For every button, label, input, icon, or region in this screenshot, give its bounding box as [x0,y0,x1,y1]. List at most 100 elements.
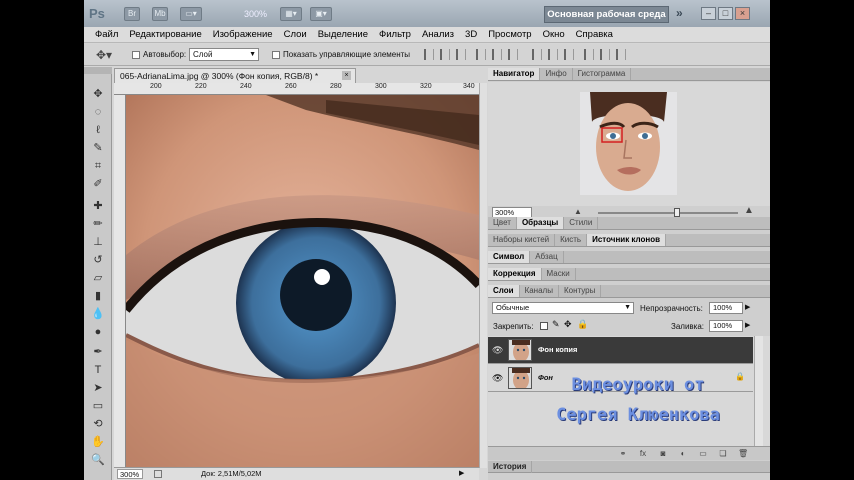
tab-masks[interactable]: Маски [542,268,576,280]
show-transform-controls-checkbox[interactable] [272,51,280,59]
minibridge-button[interactable]: Mb [152,7,168,21]
visibility-eye-icon[interactable]: 👁 [492,373,504,383]
menu-help[interactable]: Справка [571,27,619,42]
gradient-tool-icon[interactable]: ▮ [90,289,106,303]
zoom-tool-icon[interactable]: 🔍 [90,453,106,467]
document-vertical-scrollbar[interactable] [479,83,487,468]
maximize-button[interactable]: □ [718,7,733,20]
move-tool-icon[interactable]: ✥ [90,87,106,101]
new-group-icon[interactable]: ▭ [698,449,708,459]
blur-tool-icon[interactable]: 💧 [90,307,106,321]
distribute-top-icon[interactable] [532,49,542,60]
adjustment-layer-icon[interactable]: ◐ [678,449,688,459]
link-layers-icon[interactable]: ⚭ [618,449,628,459]
distribute-vcenter-icon[interactable] [548,49,558,60]
tab-channels[interactable]: Каналы [520,285,559,297]
tab-navigator[interactable]: Навигатор [488,68,541,80]
align-vcenter-icon[interactable] [440,49,450,60]
menu-analysis[interactable]: Анализ [417,27,460,42]
autoselect-checkbox[interactable] [132,51,140,59]
shape-tool-icon[interactable]: ▭ [90,399,106,413]
menu-image[interactable]: Изображение [208,27,279,42]
menu-edit[interactable]: Редактирование [124,27,207,42]
layers-scrollbar[interactable] [754,336,763,446]
close-tab-icon[interactable]: × [342,71,351,80]
navigator-zoom-slider[interactable] [598,208,738,217]
tab-brush[interactable]: Кисть [555,234,588,246]
type-tool-icon[interactable]: T [90,363,106,377]
distribute-left-icon[interactable] [584,49,594,60]
opacity-slider-arrow-icon[interactable]: ▶ [745,303,750,311]
lock-position-icon[interactable]: ✥ [564,319,572,330]
eraser-tool-icon[interactable]: ▱ [90,271,106,285]
image-canvas[interactable] [126,95,479,468]
tab-brush-presets[interactable]: Наборы кистей [488,234,556,246]
dodge-tool-icon[interactable]: ● [90,325,106,339]
hand-tool-icon[interactable]: ✋ [90,435,106,449]
align-bottom-icon[interactable] [456,49,466,60]
lock-transparency-icon[interactable] [540,322,548,330]
tab-clone-source[interactable]: Источник клонов [587,234,667,246]
lock-pixels-icon[interactable]: ✎ [552,319,560,330]
close-button[interactable]: × [735,7,750,20]
layer-style-icon[interactable]: fx [638,449,648,459]
tab-color[interactable]: Цвет [488,217,517,229]
tab-swatches[interactable]: Образцы [516,217,565,229]
tab-layers[interactable]: Слои [488,285,520,297]
menu-window[interactable]: Окно [538,27,571,42]
arrange-documents-button[interactable]: ▦▾ [280,7,302,21]
tab-info[interactable]: Инфо [540,68,573,80]
add-mask-icon[interactable]: ◙ [658,449,668,459]
align-top-icon[interactable] [424,49,434,60]
blend-mode-select[interactable]: Обычные ▼ [492,302,634,314]
menu-3d[interactable]: 3D [460,27,483,42]
tab-paragraph[interactable]: Абзац [530,251,564,263]
layer-name[interactable]: Фон [538,373,553,382]
navigator-thumbnail[interactable] [580,92,677,195]
menu-file[interactable]: Файл [90,27,124,42]
fill-field[interactable]: 100% [709,320,743,332]
align-right-icon[interactable] [508,49,518,60]
menu-layers[interactable]: Слои [279,27,313,42]
bridge-button[interactable]: Br [124,7,140,21]
lock-all-icon[interactable]: 🔒 [577,319,588,330]
vertical-ruler[interactable] [114,95,126,468]
align-hcenter-icon[interactable] [492,49,502,60]
quick-select-tool-icon[interactable]: ✎ [90,141,106,155]
fill-slider-arrow-icon[interactable]: ▶ [745,321,750,329]
lasso-tool-icon[interactable]: ℓ [90,123,106,137]
zoom-in-icon[interactable]: ▲ [744,205,754,216]
align-left-icon[interactable] [476,49,486,60]
path-select-tool-icon[interactable]: ➤ [90,381,106,395]
history-brush-tool-icon[interactable]: ↺ [90,253,106,267]
move-tool-preset-icon[interactable]: ✥▾ [96,48,112,62]
horizontal-ruler[interactable]: 200 220 240 260 280 300 320 340 [114,83,479,95]
menu-filter[interactable]: Фильтр [374,27,417,42]
tab-history[interactable]: История [488,461,533,473]
screen-mode-button[interactable]: ▣▾ [310,7,332,21]
document-tab[interactable]: 065-AdrianaLima.jpg @ 300% (Фон копия, R… [114,68,356,83]
tab-histogram[interactable]: Гистограмма [573,68,632,80]
tab-adjustments[interactable]: Коррекция [488,268,542,280]
tab-paths[interactable]: Контуры [559,285,602,297]
tools-panel-header[interactable] [84,67,112,74]
healing-brush-tool-icon[interactable]: ✚ [90,199,106,213]
zoom-level-select[interactable]: 300% [244,7,272,21]
minimize-button[interactable]: – [701,7,716,20]
brush-tool-icon[interactable]: ✏ [90,217,106,231]
opacity-field[interactable]: 100% [709,302,743,314]
visibility-eye-icon[interactable]: 👁 [492,345,504,355]
layer-row[interactable]: 👁 Фон 🔒 [488,365,753,392]
clone-stamp-tool-icon[interactable]: ⊥ [90,235,106,249]
autoselect-target-select[interactable]: Слой ▼ [189,48,259,61]
distribute-right-icon[interactable] [616,49,626,60]
distribute-hcenter-icon[interactable] [600,49,610,60]
scroll-right-icon[interactable]: ▶ [459,469,464,477]
eyedropper-tool-icon[interactable]: ✐ [90,177,106,191]
menu-view[interactable]: Просмотр [483,27,537,42]
menu-select[interactable]: Выделение [313,27,374,42]
more-workspaces-icon[interactable]: » [676,6,683,20]
marquee-tool-icon[interactable]: ◌ [90,105,106,119]
layer-name[interactable]: Фон копия [538,345,577,354]
new-layer-icon[interactable]: ❏ [718,449,728,459]
